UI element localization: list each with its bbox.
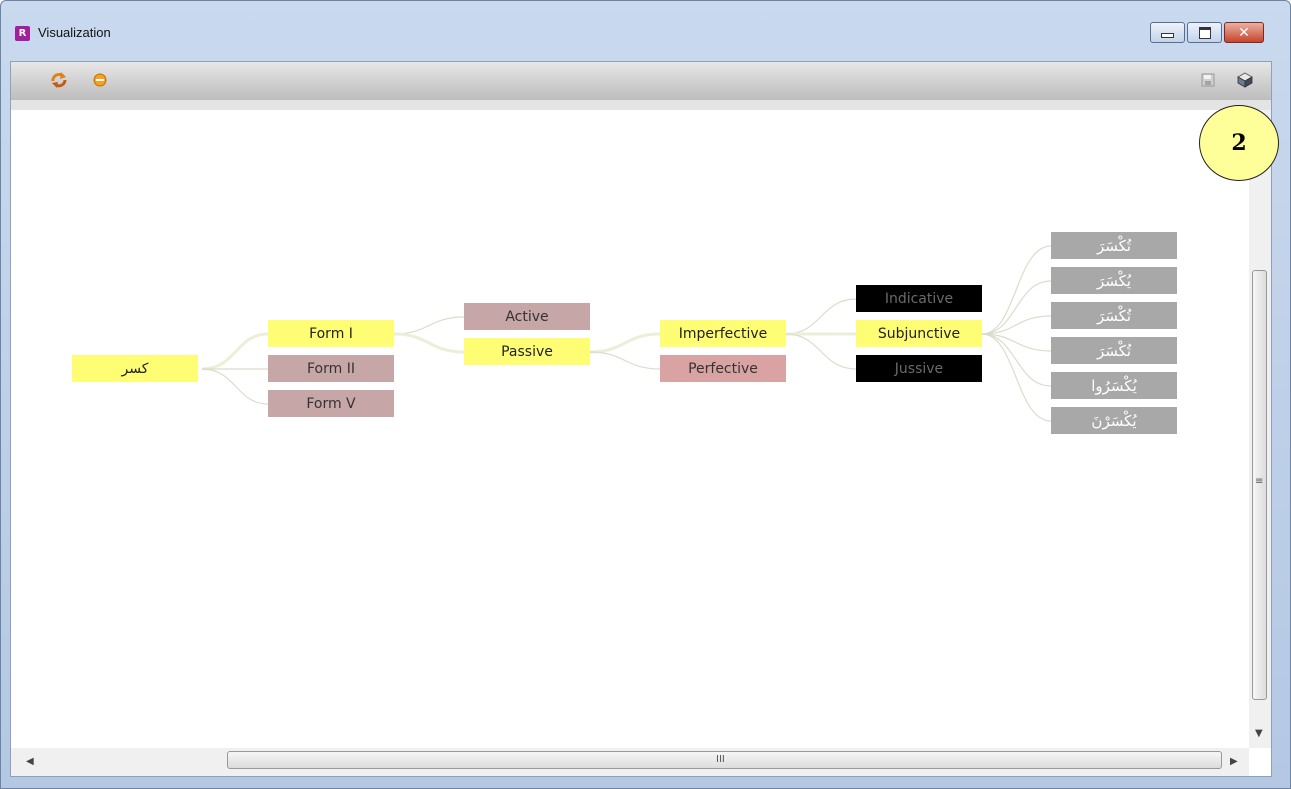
maximize-icon [1198, 26, 1211, 39]
refresh-button[interactable] [48, 69, 70, 91]
toolbar-separator [11, 100, 1271, 110]
mood-node-subjunctive[interactable]: Subjunctive [856, 320, 982, 347]
close-icon: ✕ [1238, 24, 1250, 41]
maximize-button[interactable] [1187, 22, 1222, 43]
close-button[interactable]: ✕ [1224, 22, 1264, 43]
refresh-arrows-icon [51, 72, 67, 88]
vertical-scroll-thumb[interactable]: ≡ [1252, 270, 1267, 700]
stop-button[interactable] [89, 69, 111, 91]
mood-node-jussive[interactable]: Jussive [856, 355, 982, 382]
title-bar[interactable]: R Visualization ✕ [1, 1, 1291, 45]
root-node[interactable]: كسر [72, 355, 198, 382]
voice-node-passive[interactable]: Passive [464, 338, 590, 365]
aspect-node-imperfective[interactable]: Imperfective [660, 320, 786, 347]
r-app-icon: R [15, 26, 30, 41]
vertical-scrollbar[interactable]: ▲ ≡ ▼ [1249, 110, 1271, 748]
horizontal-scroll-thumb[interactable]: III [227, 751, 1222, 769]
minimize-button[interactable] [1150, 22, 1185, 43]
mood-node-indicative[interactable]: Indicative [856, 285, 982, 312]
conjugation-node[interactable]: تُكْسَرَ [1051, 232, 1177, 259]
annotation-callout: 2 [1199, 105, 1279, 181]
toolbar [11, 62, 1271, 100]
conjugation-node[interactable]: تُكْسَرَ [1051, 337, 1177, 364]
scroll-down-arrow-icon[interactable]: ▼ [1255, 728, 1263, 739]
form-node-v[interactable]: Form V [268, 390, 394, 417]
conjugation-node[interactable]: تُكْسَرَ [1051, 302, 1177, 329]
scroll-left-arrow-icon[interactable]: ◀ [26, 756, 34, 767]
conjugation-node[interactable]: يُكْسَرُوا [1051, 372, 1177, 399]
horizontal-scrollbar[interactable]: ◀ III ▶ [11, 748, 1249, 776]
save-button[interactable] [1197, 69, 1219, 91]
voice-node-active[interactable]: Active [464, 303, 590, 330]
scroll-right-arrow-icon[interactable]: ▶ [1230, 756, 1238, 767]
form-node-i[interactable]: Form I [268, 320, 394, 347]
export-button[interactable] [1234, 69, 1256, 91]
conjugation-node[interactable]: يُكْسَرَ [1051, 267, 1177, 294]
conjugation-node[interactable]: يُكْسَرْنَ [1051, 407, 1177, 434]
orange-circle-icon [93, 73, 107, 87]
window-title: Visualization [38, 25, 111, 40]
aspect-node-perfective[interactable]: Perfective [660, 355, 786, 382]
client-area: كسر Form I Form II Form V Active Passive… [10, 61, 1272, 777]
3d-box-icon [1237, 72, 1253, 88]
tree-canvas[interactable]: كسر Form I Form II Form V Active Passive… [11, 110, 1249, 748]
visualization-window: R Visualization ✕ كسر Form I Form II For… [0, 0, 1291, 789]
form-node-ii[interactable]: Form II [268, 355, 394, 382]
save-disk-icon [1201, 73, 1215, 87]
minimize-icon [1161, 33, 1174, 38]
horizontal-grip: III [716, 754, 725, 765]
vertical-grip: ≡ [1255, 476, 1264, 487]
